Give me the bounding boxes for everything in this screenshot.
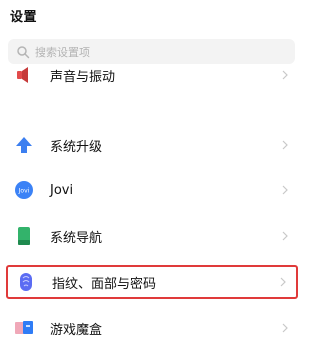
list-item-fingerprint-face-password[interactable]: 指纹、面部与密码	[6, 265, 298, 299]
list-item-clipped: 声音与振动	[0, 66, 309, 84]
list-item-label: 指纹、面部与密码	[52, 276, 157, 292]
game-box-icon	[14, 318, 34, 338]
list-item-system-navigation[interactable]: 系统导航	[6, 219, 298, 253]
list-item-label: 系统升级	[50, 139, 103, 155]
chevron-right-icon	[282, 231, 288, 241]
list-item-label: 系统导航	[50, 230, 103, 246]
jovi-icon: Jovi	[14, 180, 34, 200]
list-item-label: 声音与振动	[50, 69, 116, 85]
settings-list: 声音与振动 系统升级 Jovi Jovi 系统导航 指纹、面部与密码 游戏魔盒	[0, 0, 309, 347]
chevron-right-icon	[282, 185, 288, 195]
list-item-sound-vibration[interactable]: 声音与振动	[6, 66, 298, 84]
fingerprint-icon	[16, 272, 36, 292]
chevron-right-icon	[282, 323, 288, 333]
list-item-system-upgrade[interactable]: 系统升级	[6, 128, 298, 162]
list-item-jovi[interactable]: Jovi Jovi	[6, 173, 298, 207]
chevron-right-icon	[282, 70, 288, 80]
speaker-icon	[14, 66, 34, 84]
upgrade-arrow-icon	[14, 135, 34, 155]
chevron-right-icon	[280, 277, 286, 287]
list-item-label: Jovi	[50, 182, 74, 198]
list-item-game-box[interactable]: 游戏魔盒	[6, 311, 298, 345]
chevron-right-icon	[282, 140, 288, 150]
navigation-phone-icon	[14, 226, 34, 246]
svg-text:Jovi: Jovi	[18, 188, 30, 195]
list-item-label: 游戏魔盒	[50, 322, 103, 338]
